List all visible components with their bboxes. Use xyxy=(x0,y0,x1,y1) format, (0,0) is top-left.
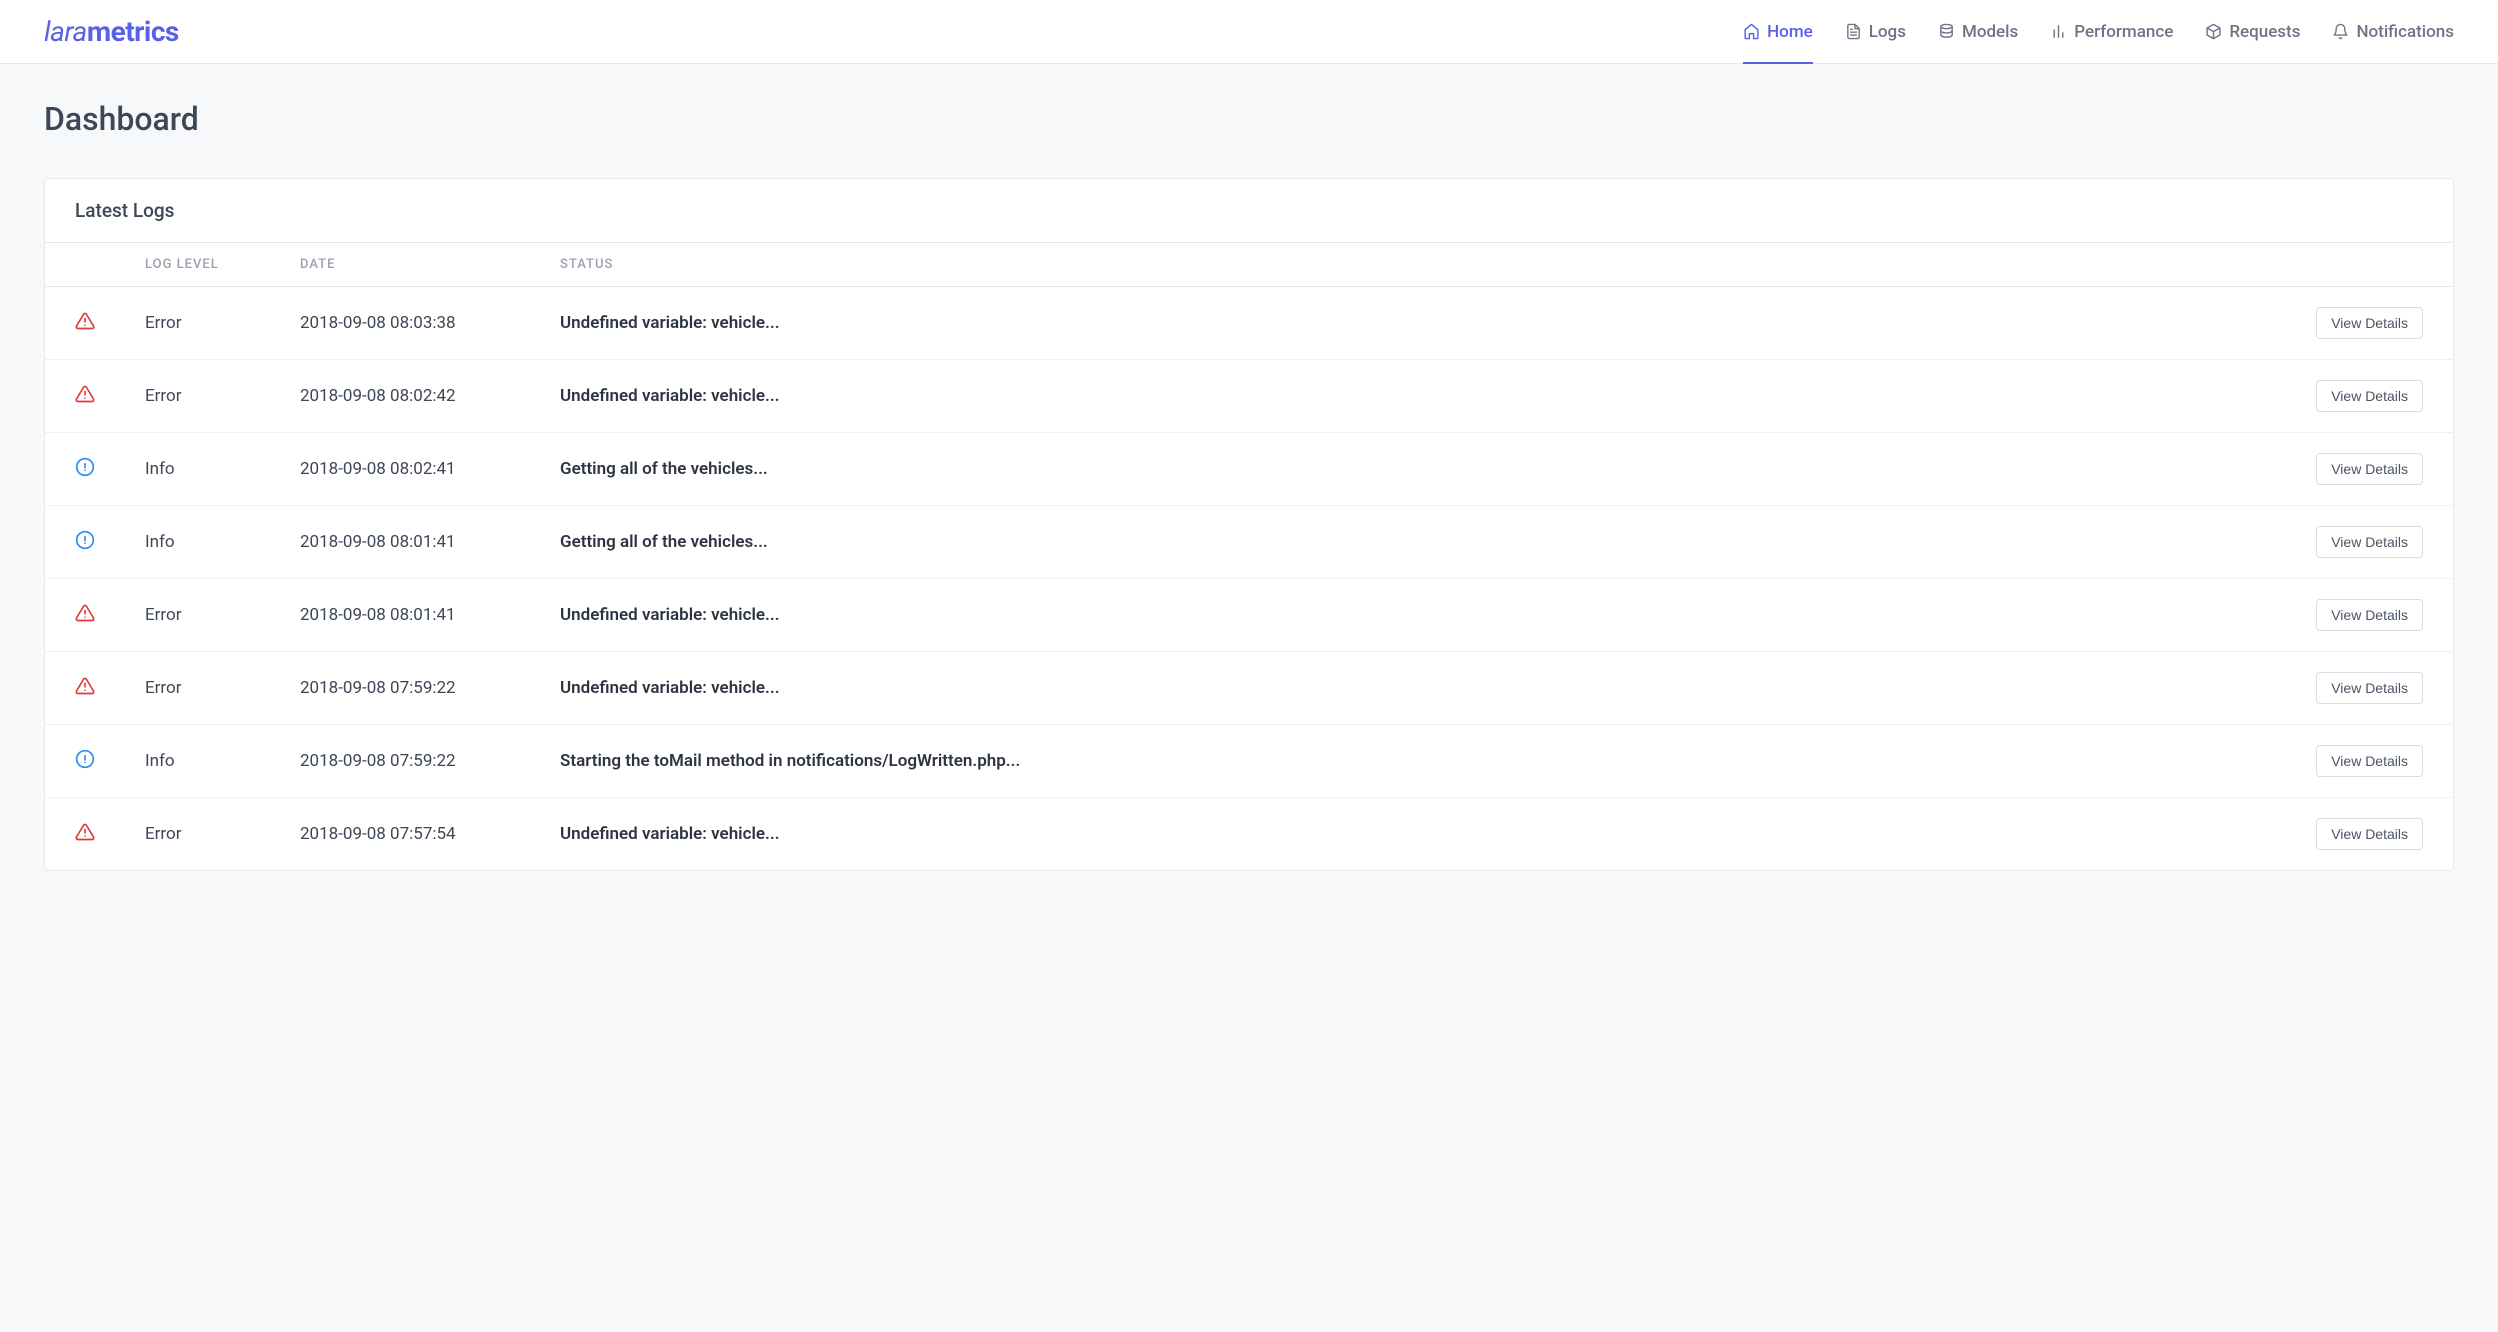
brand-light: lara xyxy=(44,15,87,48)
log-level: Error xyxy=(145,360,300,433)
log-date: 2018-09-08 08:01:41 xyxy=(300,579,560,652)
log-date: 2018-09-08 08:02:42 xyxy=(300,360,560,433)
col-header-date: DATE xyxy=(300,243,560,287)
nav-item-label: Performance xyxy=(2074,22,2173,42)
log-date: 2018-09-08 07:57:54 xyxy=(300,798,560,871)
log-level: Error xyxy=(145,287,300,360)
log-status: Undefined variable: vehicle... xyxy=(560,652,2283,725)
view-details-button[interactable]: View Details xyxy=(2316,453,2423,485)
log-date: 2018-09-08 08:02:41 xyxy=(300,433,560,506)
log-status: Getting all of the vehicles... xyxy=(560,433,2283,506)
alert-triangle-icon xyxy=(75,603,95,623)
main-container: Dashboard Latest Logs LOG LEVEL DATE STA… xyxy=(0,64,2498,907)
log-status: Undefined variable: vehicle... xyxy=(560,360,2283,433)
top-nav: Home Logs Models Performance Requests Notific… xyxy=(1743,0,2454,63)
alert-circle-icon xyxy=(75,457,95,477)
log-level: Error xyxy=(145,652,300,725)
view-details-button[interactable]: View Details xyxy=(2316,526,2423,558)
log-date: 2018-09-08 08:03:38 xyxy=(300,287,560,360)
card-header: Latest Logs xyxy=(45,179,2453,242)
nav-item-notifications[interactable]: Notifications xyxy=(2332,0,2454,63)
log-level: Error xyxy=(145,579,300,652)
nav-item-home[interactable]: Home xyxy=(1743,0,1813,63)
view-details-button[interactable]: View Details xyxy=(2316,380,2423,412)
view-details-button[interactable]: View Details xyxy=(2316,745,2423,777)
file-text-icon xyxy=(1845,23,1862,40)
brand-logo[interactable]: larametrics xyxy=(44,15,179,48)
log-status: Getting all of the vehicles... xyxy=(560,506,2283,579)
table-row: Error2018-09-08 08:02:42Undefined variab… xyxy=(45,360,2453,433)
bell-icon xyxy=(2332,23,2349,40)
view-details-button[interactable]: View Details xyxy=(2316,307,2423,339)
nav-item-models[interactable]: Models xyxy=(1938,0,2018,63)
alert-triangle-icon xyxy=(75,822,95,842)
table-row: Error2018-09-08 08:01:41Undefined variab… xyxy=(45,579,2453,652)
package-icon xyxy=(2205,23,2222,40)
top-header: larametrics Home Logs Models Performance Req… xyxy=(0,0,2498,64)
table-row: Info2018-09-08 08:02:41Getting all of th… xyxy=(45,433,2453,506)
col-header-actions xyxy=(2283,243,2453,287)
log-level: Info xyxy=(145,506,300,579)
nav-item-label: Models xyxy=(1962,22,2018,42)
latest-logs-card: Latest Logs LOG LEVEL DATE STATUS Error2… xyxy=(44,178,2454,871)
table-row: Info2018-09-08 07:59:22Starting the toMa… xyxy=(45,725,2453,798)
nav-item-label: Home xyxy=(1767,22,1813,42)
view-details-button[interactable]: View Details xyxy=(2316,672,2423,704)
view-details-button[interactable]: View Details xyxy=(2316,818,2423,850)
nav-item-label: Requests xyxy=(2229,22,2300,42)
bar-chart-icon xyxy=(2050,23,2067,40)
log-date: 2018-09-08 07:59:22 xyxy=(300,725,560,798)
home-icon xyxy=(1743,23,1760,40)
log-date: 2018-09-08 07:59:22 xyxy=(300,652,560,725)
col-header-status: STATUS xyxy=(560,243,2283,287)
log-level: Info xyxy=(145,433,300,506)
alert-circle-icon xyxy=(75,749,95,769)
log-status: Undefined variable: vehicle... xyxy=(560,579,2283,652)
alert-triangle-icon xyxy=(75,311,95,331)
brand-bold: metrics xyxy=(87,15,179,48)
log-level: Error xyxy=(145,798,300,871)
nav-item-label: Notifications xyxy=(2356,22,2454,42)
table-row: Error2018-09-08 07:59:22Undefined variab… xyxy=(45,652,2453,725)
log-status: Starting the toMail method in notificati… xyxy=(560,725,2283,798)
alert-triangle-icon xyxy=(75,384,95,404)
nav-item-label: Logs xyxy=(1869,22,1906,42)
alert-circle-icon xyxy=(75,530,95,550)
page-title: Dashboard xyxy=(44,100,2454,138)
log-status: Undefined variable: vehicle... xyxy=(560,287,2283,360)
table-row: Info2018-09-08 08:01:41Getting all of th… xyxy=(45,506,2453,579)
table-row: Error2018-09-08 08:03:38Undefined variab… xyxy=(45,287,2453,360)
table-header-row: LOG LEVEL DATE STATUS xyxy=(45,243,2453,287)
database-icon xyxy=(1938,23,1955,40)
table-row: Error2018-09-08 07:57:54Undefined variab… xyxy=(45,798,2453,871)
col-header-level: LOG LEVEL xyxy=(145,243,300,287)
view-details-button[interactable]: View Details xyxy=(2316,599,2423,631)
log-status: Undefined variable: vehicle... xyxy=(560,798,2283,871)
nav-item-requests[interactable]: Requests xyxy=(2205,0,2300,63)
col-header-icon xyxy=(45,243,145,287)
card-title: Latest Logs xyxy=(75,199,2423,222)
logs-table: LOG LEVEL DATE STATUS Error2018-09-08 08… xyxy=(45,242,2453,870)
alert-triangle-icon xyxy=(75,676,95,696)
nav-item-logs[interactable]: Logs xyxy=(1845,0,1906,63)
log-date: 2018-09-08 08:01:41 xyxy=(300,506,560,579)
nav-item-performance[interactable]: Performance xyxy=(2050,0,2173,63)
log-level: Info xyxy=(145,725,300,798)
